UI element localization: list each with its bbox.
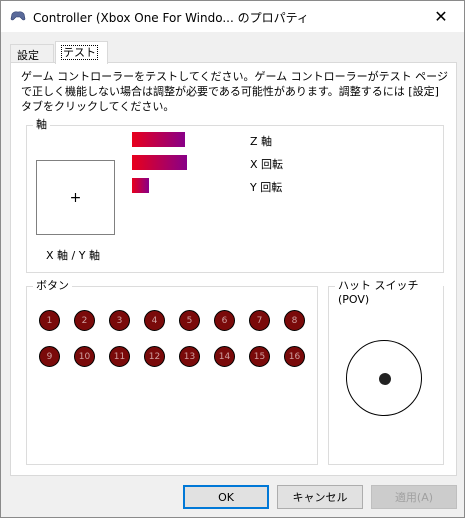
controller-button-label: 7 bbox=[256, 315, 263, 326]
y-rotation-bar bbox=[132, 178, 149, 193]
controller-button-label: 2 bbox=[81, 315, 88, 326]
controller-button-label: 16 bbox=[288, 351, 301, 362]
controller-button-label: 5 bbox=[186, 315, 193, 326]
z-axis-label: Z 軸 bbox=[250, 135, 273, 148]
controller-button-7: 7 bbox=[249, 310, 270, 331]
controller-button-label: 11 bbox=[113, 351, 126, 362]
close-button[interactable]: ✕ bbox=[418, 1, 464, 32]
controller-button-label: 12 bbox=[148, 351, 161, 362]
tab-test[interactable]: テスト bbox=[55, 41, 108, 64]
controller-button-15: 15 bbox=[249, 346, 270, 367]
controller-button-13: 13 bbox=[179, 346, 200, 367]
y-rotation-label: Y 回転 bbox=[250, 181, 283, 194]
controller-button-label: 15 bbox=[253, 351, 266, 362]
controller-button-14: 14 bbox=[214, 346, 235, 367]
title-bar[interactable]: Controller (Xbox One For Windo... のプロパティ… bbox=[1, 1, 464, 32]
x-rotation-label: X 回転 bbox=[250, 158, 284, 171]
controller-button-label: 8 bbox=[291, 315, 298, 326]
controller-button-3: 3 bbox=[109, 310, 130, 331]
controller-button-label: 14 bbox=[218, 351, 231, 362]
controller-button-label: 4 bbox=[151, 315, 158, 326]
z-axis-bar bbox=[132, 132, 185, 147]
controller-button-label: 9 bbox=[46, 351, 53, 362]
gamepad-icon bbox=[10, 11, 26, 21]
tab-settings-label: 設定 bbox=[17, 49, 39, 62]
controller-button-11: 11 bbox=[109, 346, 130, 367]
controller-button-6: 6 bbox=[214, 310, 235, 331]
controller-button-12: 12 bbox=[144, 346, 165, 367]
test-description: ゲーム コントローラーをテストしてください。ゲーム コントローラーがテスト ペー… bbox=[21, 70, 448, 113]
controller-button-label: 13 bbox=[183, 351, 196, 362]
x-rotation-bar bbox=[132, 155, 187, 170]
properties-dialog: Controller (Xbox One For Windo... のプロパティ… bbox=[0, 0, 465, 518]
ok-button[interactable]: OK bbox=[183, 485, 269, 509]
window-title: Controller (Xbox One For Windo... のプロパティ bbox=[33, 11, 309, 25]
close-icon: ✕ bbox=[434, 7, 448, 26]
controller-button-16: 16 bbox=[284, 346, 305, 367]
crosshair-icon: + bbox=[69, 189, 82, 206]
axes-group-legend: 軸 bbox=[33, 118, 50, 132]
controller-button-label: 3 bbox=[116, 315, 123, 326]
buttons-group: ボタン bbox=[26, 279, 318, 465]
controller-button-1: 1 bbox=[39, 310, 60, 331]
controller-button-label: 1 bbox=[46, 315, 53, 326]
controller-button-2: 2 bbox=[74, 310, 95, 331]
controller-button-4: 4 bbox=[144, 310, 165, 331]
pov-position-dot bbox=[379, 373, 391, 385]
controller-button-label: 10 bbox=[78, 351, 91, 362]
controller-button-10: 10 bbox=[74, 346, 95, 367]
controller-button-8: 8 bbox=[284, 310, 305, 331]
controller-button-label: 6 bbox=[221, 315, 228, 326]
controller-button-9: 9 bbox=[39, 346, 60, 367]
controller-button-5: 5 bbox=[179, 310, 200, 331]
pov-hat-display bbox=[346, 340, 422, 416]
xy-axis-label: X 軸 / Y 軸 bbox=[46, 249, 100, 262]
xy-axis-display: + bbox=[36, 160, 115, 235]
apply-button[interactable]: 適用(A) bbox=[371, 485, 457, 509]
buttons-group-legend: ボタン bbox=[33, 279, 72, 293]
pov-group-legend: ハット スイッチ (POV) bbox=[335, 279, 443, 307]
tab-test-label: テスト bbox=[61, 45, 98, 60]
cancel-button[interactable]: キャンセル bbox=[277, 485, 363, 509]
tab-settings[interactable]: 設定 bbox=[10, 44, 54, 63]
